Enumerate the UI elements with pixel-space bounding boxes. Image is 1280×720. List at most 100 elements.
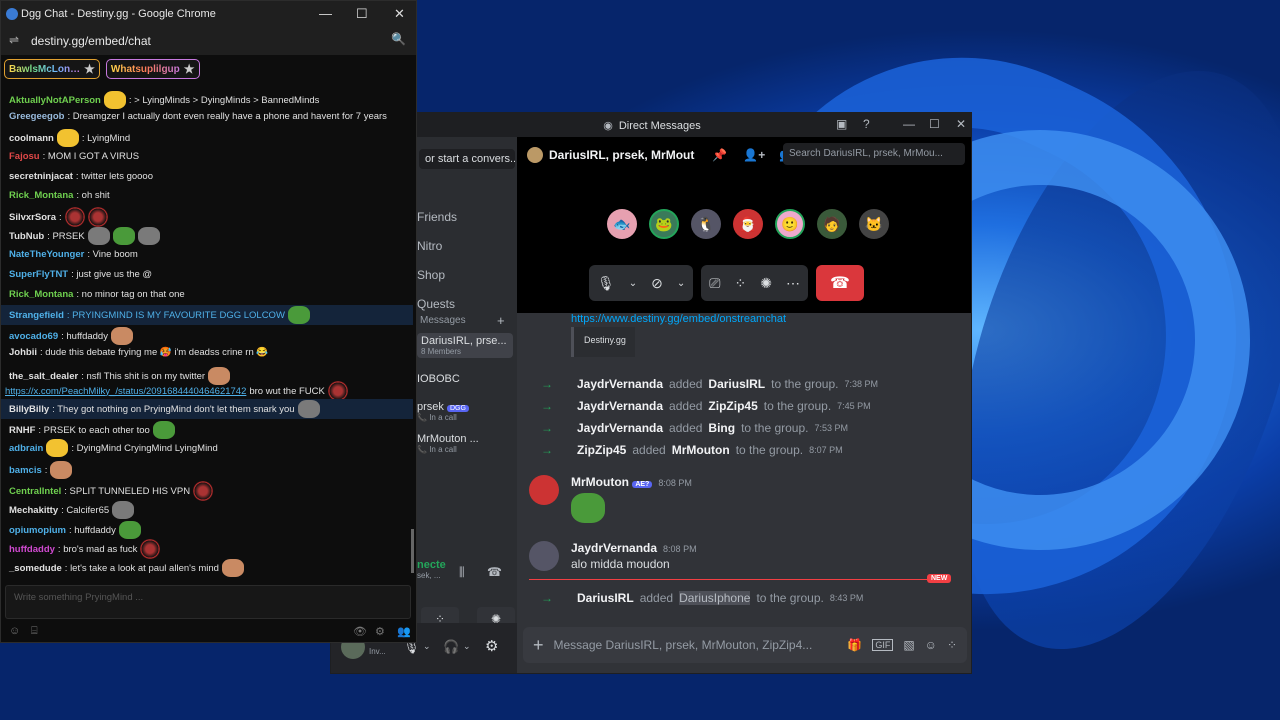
sticker-icon[interactable]: ▧ [903, 638, 914, 652]
star-icon[interactable]: ★ [84, 62, 95, 76]
chat-line: https://x.com/PeachMilky_/status/2091684… [5, 381, 348, 401]
pin-icon[interactable]: 📌 [712, 148, 727, 162]
camera-off-icon[interactable]: ⊘ [651, 275, 663, 292]
users-icon[interactable]: 👥 [397, 625, 411, 638]
chat-scrollbar[interactable] [411, 529, 414, 573]
screen-share-icon[interactable]: ⎚ [709, 275, 720, 292]
settings-gear-icon[interactable]: ⚙ [485, 637, 498, 655]
zoom-icon[interactable]: 🔍 [391, 32, 406, 46]
chevron-down-icon[interactable]: ⌄ [677, 278, 685, 289]
voice-waveform-icon[interactable]: ⫼ [459, 565, 465, 580]
create-dm-icon[interactable]: + [497, 313, 505, 328]
address-bar[interactable]: ⇌ destiny.gg/embed/chat 🔍 [1, 27, 416, 55]
chat-username[interactable]: AktuallyNotAPerson [9, 95, 101, 106]
avatar[interactable]: 🐸 [649, 209, 679, 239]
chat-username[interactable]: huffdaddy [9, 544, 55, 555]
emote-icon [112, 227, 135, 245]
close-button[interactable]: ✕ [956, 117, 966, 131]
chat-username[interactable]: avocado69 [9, 331, 58, 342]
chat-username[interactable]: NateTheYounger [9, 249, 84, 260]
nav-friends[interactable]: Friends [417, 210, 457, 224]
channel-search-input[interactable]: Search DariusIRL, prsek, MrMou... [783, 143, 965, 165]
dm-item-iobobc[interactable]: IOBOBC [417, 373, 513, 385]
end-call-button[interactable]: ☎ [815, 265, 864, 301]
emoji-icon[interactable]: ☺ [925, 638, 937, 652]
star-icon[interactable]: ★ [184, 62, 195, 76]
dm-item-mrmouton[interactable]: MrMouton ... 📞 In a call [417, 433, 513, 454]
chevron-down-icon[interactable]: ⌄ [463, 641, 471, 652]
apps-icon[interactable]: ⁘ [947, 638, 957, 652]
chat-username[interactable]: coolmann [9, 133, 54, 144]
pinned-user[interactable]: BawlsMcLon… ★ [4, 59, 100, 79]
more-icon[interactable]: ⋯ [786, 275, 800, 292]
inbox-icon[interactable]: ▣ [836, 117, 847, 131]
message-input[interactable]: + Message DariusIRL, prsek, MrMouton, Zi… [523, 627, 967, 663]
chat-username[interactable]: Johbii [9, 347, 37, 358]
close-button[interactable]: ✕ [394, 6, 405, 22]
avatar[interactable] [529, 475, 559, 505]
add-attachment-icon[interactable]: + [533, 635, 544, 656]
chat-username[interactable]: the_salt_dealer [9, 371, 78, 382]
chat-username[interactable]: BillyBilly [9, 404, 49, 415]
dm-item-group[interactable]: DariusIRL, prse... 8 Members [417, 333, 513, 358]
dm-name: DariusIRL, prse... [421, 335, 507, 347]
disconnect-icon[interactable]: ☎ [487, 565, 502, 579]
chevron-down-icon[interactable]: ⌄ [423, 641, 431, 652]
avatar[interactable]: 🎅 [733, 209, 763, 239]
eye-icon[interactable]: 👁 [353, 625, 367, 638]
avatar[interactable]: 🐧 [691, 209, 721, 239]
gif-icon[interactable]: GIF [872, 639, 894, 651]
avatar[interactable]: 🧑 [817, 209, 847, 239]
chat-username[interactable]: SuperFlyTNT [9, 269, 68, 280]
nav-nitro[interactable]: Nitro [417, 239, 442, 253]
chat-link[interactable]: https://x.com/PeachMilky_/status/2091684… [5, 386, 246, 397]
nav-shop[interactable]: Shop [417, 268, 445, 282]
chat-username[interactable]: TubNub [9, 231, 44, 242]
message-author[interactable]: JaydrVernanda 8:08 PM [571, 541, 697, 555]
activities-icon[interactable]: ⁘ [735, 275, 747, 292]
emoji-icon[interactable]: ☺ [9, 625, 20, 637]
soundboard-icon[interactable]: ✺ [760, 275, 772, 292]
whisper-icon[interactable]: ⌸ [31, 625, 38, 638]
chevron-down-icon[interactable]: ⌄ [629, 278, 637, 289]
chat-input[interactable]: Write something PryingMind ... [5, 585, 411, 619]
chat-username[interactable]: Rick_Montana [9, 289, 73, 300]
avatar[interactable]: 🐱 [859, 209, 889, 239]
message-author[interactable]: MrMouton AE? 8:08 PM [571, 475, 692, 489]
find-conversation-input[interactable]: or start a convers... [419, 149, 515, 169]
chat-username[interactable]: Greegeegob [9, 111, 64, 122]
chat-username[interactable]: Strangefield [9, 310, 64, 321]
dm-item-prsek[interactable]: prsek DGG 📞 In a call [417, 401, 513, 422]
chat-username[interactable]: _somedude [9, 563, 62, 574]
avatar[interactable]: 🐟 [607, 209, 637, 239]
chat-username[interactable]: adbrain [9, 443, 43, 454]
chat-username[interactable]: secretninjacat [9, 171, 73, 182]
headphones-icon[interactable]: 🎧 [443, 639, 459, 655]
maximize-button[interactable]: ☐ [929, 117, 940, 131]
minimize-button[interactable]: — [903, 117, 915, 131]
gift-icon[interactable]: 🎁 [847, 638, 862, 652]
chat-username[interactable]: SilvxrSora [9, 212, 56, 223]
chat-username[interactable]: Rick_Montana [9, 190, 73, 201]
chat-username[interactable]: Mechakitty [9, 505, 58, 516]
avatar[interactable] [529, 541, 559, 571]
chat-username[interactable]: Fajosu [9, 151, 40, 162]
chat-username[interactable]: opiumopium [9, 525, 66, 536]
avatar[interactable]: 🙂 [775, 209, 805, 239]
minimize-button[interactable]: — [319, 6, 332, 21]
chat-username[interactable]: bamcis [9, 465, 42, 476]
pinned-user[interactable]: Whatsuplilgup ★ [105, 59, 200, 79]
help-icon[interactable]: ? [863, 117, 870, 131]
site-settings-icon[interactable]: ⇌ [9, 33, 19, 47]
nav-quests[interactable]: Quests [417, 297, 455, 311]
embed-link[interactable]: https://www.destiny.gg/embed/onstreamcha… [571, 313, 786, 325]
microphone-icon[interactable]: 🎙 [597, 275, 615, 292]
chat-username[interactable]: RNHF [9, 425, 35, 436]
chat-username[interactable]: CentralIntel [9, 486, 61, 497]
emote-icon [327, 381, 348, 401]
settings-gear-icon[interactable]: ⚙ [375, 625, 385, 638]
add-friend-icon[interactable]: 👤+ [743, 148, 765, 162]
maximize-button[interactable]: ☐ [356, 6, 368, 22]
url-text[interactable]: destiny.gg/embed/chat [31, 34, 151, 48]
emote-icon [152, 421, 175, 439]
